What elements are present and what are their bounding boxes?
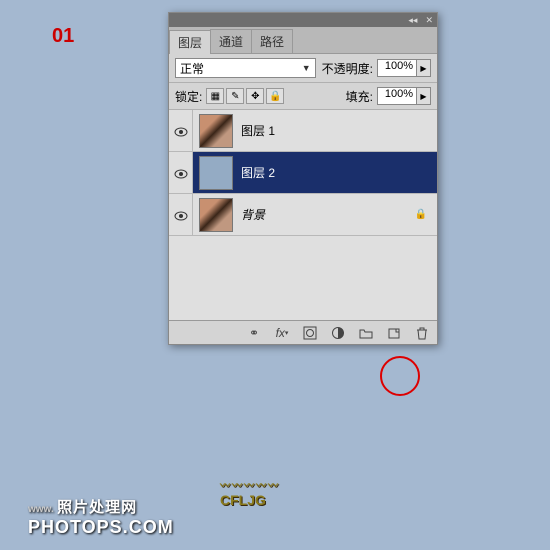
layers-panel: ◂◂ ✕ 图层 通道 路径 正常 ▼ 不透明度: 100% ▶ 锁定: ▦ ✎ … — [168, 12, 438, 345]
lock-label: 锁定: — [175, 88, 202, 105]
delete-layer-icon[interactable] — [413, 325, 431, 341]
lock-all-icon[interactable]: 🔒 — [266, 88, 284, 104]
chevron-down-icon: ▼ — [302, 63, 311, 73]
eye-icon — [174, 168, 188, 178]
new-group-icon[interactable] — [357, 325, 375, 341]
lock-position-icon[interactable]: ✥ — [246, 88, 264, 104]
tab-layers[interactable]: 图层 — [169, 30, 211, 54]
lock-transparency-icon[interactable]: ▦ — [206, 88, 224, 104]
opacity-input-group[interactable]: 100% ▶ — [377, 59, 431, 77]
opacity-input[interactable]: 100% — [377, 59, 417, 77]
eye-icon — [174, 210, 188, 220]
fill-input-group[interactable]: 100% ▶ — [377, 87, 431, 105]
panel-footer: ⚭ fx▾ — [169, 320, 437, 344]
layer-style-icon[interactable]: fx▾ — [273, 325, 291, 341]
watermark-prefix: www. — [28, 504, 54, 515]
step-number: 01 — [52, 25, 74, 48]
tab-paths[interactable]: 路径 — [251, 29, 293, 53]
layer-thumbnail[interactable] — [199, 156, 233, 190]
blend-mode-select[interactable]: 正常 ▼ — [175, 58, 316, 78]
layer-thumbnail[interactable] — [199, 198, 233, 232]
fill-label: 填充: — [346, 88, 373, 105]
fill-input[interactable]: 100% — [377, 87, 417, 105]
layer-name[interactable]: 图层 2 — [239, 164, 437, 181]
layer-thumbnail[interactable] — [199, 114, 233, 148]
layer-row[interactable]: 图层 2 — [169, 152, 437, 194]
new-layer-icon[interactable] — [385, 325, 403, 341]
blend-mode-value: 正常 — [180, 60, 204, 77]
opacity-flyout-icon[interactable]: ▶ — [417, 59, 431, 77]
layer-name[interactable]: 图层 1 — [239, 122, 437, 139]
panel-header: ◂◂ ✕ — [169, 13, 437, 27]
layer-name[interactable]: 背景 — [239, 206, 415, 223]
tab-channels[interactable]: 通道 — [210, 29, 252, 53]
close-icon[interactable]: ✕ — [425, 15, 433, 26]
visibility-toggle[interactable] — [169, 194, 193, 235]
adjustment-layer-icon[interactable] — [329, 325, 347, 341]
link-layers-icon[interactable]: ⚭ — [245, 325, 263, 341]
layer-mask-icon[interactable] — [301, 325, 319, 341]
lock-pixels-icon[interactable]: ✎ — [226, 88, 244, 104]
lock-buttons: ▦ ✎ ✥ 🔒 — [206, 88, 284, 104]
collapse-icon[interactable]: ◂◂ — [408, 15, 417, 26]
lock-icon: 🔒 — [415, 209, 427, 221]
lock-fill-row: 锁定: ▦ ✎ ✥ 🔒 填充: 100% ▶ — [169, 83, 437, 110]
logo-text: 〰〰〰〰〰 CFLJG — [220, 477, 280, 508]
eye-icon — [174, 126, 188, 136]
visibility-toggle[interactable] — [169, 110, 193, 151]
layer-row[interactable]: 图层 1 — [169, 110, 437, 152]
opacity-label: 不透明度: — [322, 60, 373, 77]
layer-list: 图层 1 图层 2 背景 🔒 — [169, 110, 437, 320]
blend-opacity-row: 正常 ▼ 不透明度: 100% ▶ — [169, 54, 437, 83]
watermark: www. 照片处理网 PHOTOPS.COM — [28, 496, 174, 538]
panel-tabs: 图层 通道 路径 — [169, 27, 437, 54]
highlight-circle — [380, 356, 420, 396]
watermark-cn: 照片处理网 — [57, 499, 137, 516]
visibility-toggle[interactable] — [169, 152, 193, 193]
fill-flyout-icon[interactable]: ▶ — [417, 87, 431, 105]
layer-row[interactable]: 背景 🔒 — [169, 194, 437, 236]
watermark-en: PHOTOPS.COM — [28, 517, 174, 537]
